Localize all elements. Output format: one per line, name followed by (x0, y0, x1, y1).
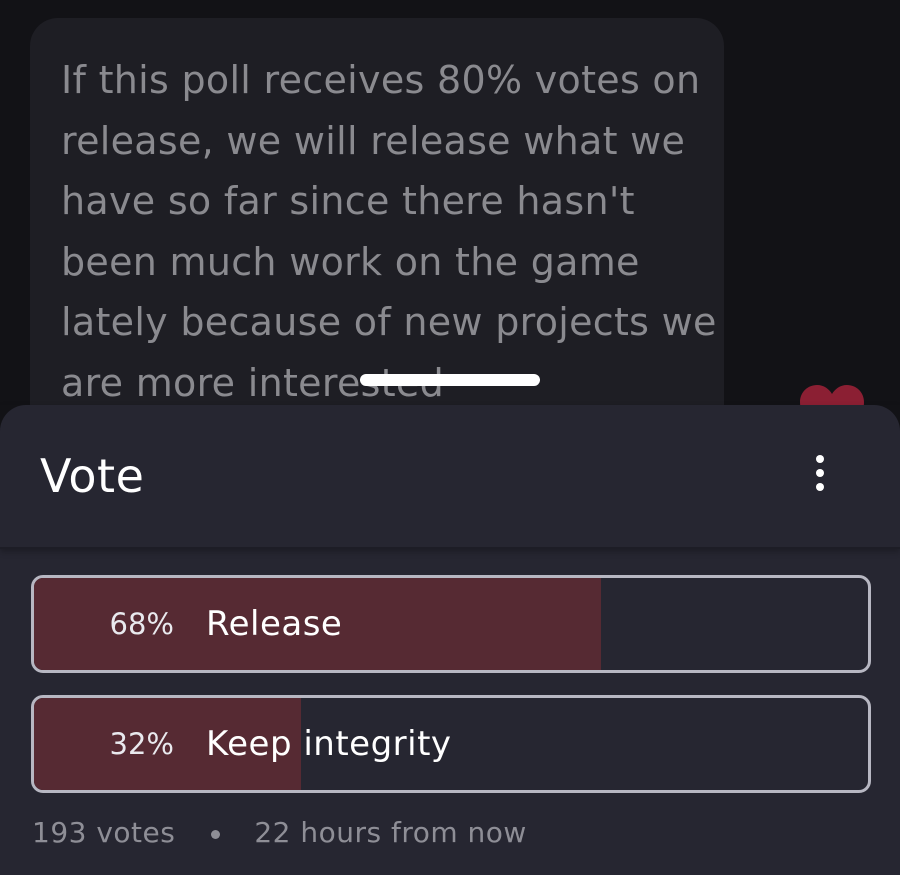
vote-sheet: Vote 68% Release 32% Keep integrity 193 … (0, 405, 900, 875)
more-vertical-icon (816, 455, 824, 491)
separator-dot (211, 829, 221, 839)
message-text: If this poll receives 80% votes on relea… (61, 58, 717, 405)
sheet-title: Vote (40, 449, 145, 503)
poll-footer: 193 votes 22 hours from now (32, 816, 527, 849)
poll-option-percent: 32% (109, 727, 174, 761)
screen: If this poll receives 80% votes on relea… (0, 0, 900, 875)
more-options-button[interactable] (800, 449, 840, 497)
vote-count: 193 votes (32, 816, 176, 849)
poll-option-label: Keep integrity (206, 724, 452, 764)
poll-option-label: Release (206, 604, 343, 644)
drag-handle[interactable] (360, 374, 540, 386)
poll-option-release[interactable]: 68% Release (31, 575, 871, 673)
sheet-header: Vote (0, 405, 900, 549)
poll-option-percent: 68% (109, 607, 174, 641)
poll-option-keep-integrity[interactable]: 32% Keep integrity (31, 695, 871, 793)
poll-time-remaining: 22 hours from now (254, 816, 527, 849)
